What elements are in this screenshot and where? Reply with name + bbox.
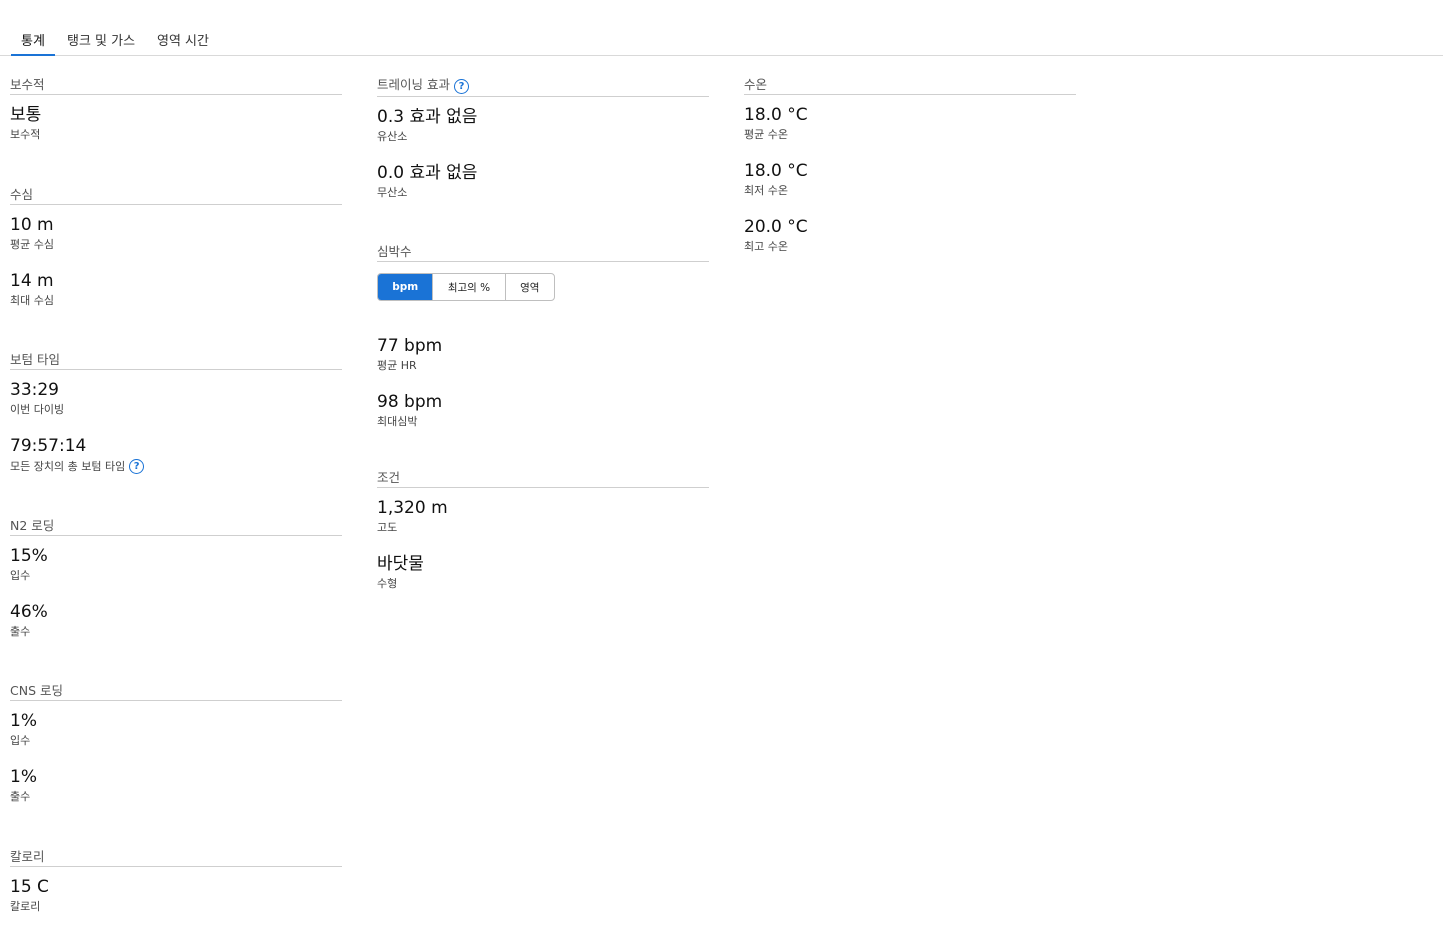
section-training-effect: 트레이닝 효과? 0.3 효과 없음 유산소 0.0 효과 없음 무산소 [377,76,709,243]
stat-label: 최대 수심 [10,294,54,307]
stat-value: 1,320 m [377,498,448,518]
section-title: 칼로리 [10,848,342,867]
help-icon[interactable]: ? [129,459,145,474]
stat-label: 평균 수심 [10,238,54,251]
help-icon[interactable]: ? [453,79,469,94]
tab-bar: 통계 탱크 및 가스 영역 시간 [0,0,1443,56]
stat-value: 0.0 효과 없음 [377,163,478,183]
section-title-row: 트레이닝 효과? [377,76,709,97]
stat-label: 모든 장치의 총 보텀 타임 [10,459,126,473]
section-title: 트레이닝 효과 [377,77,450,92]
stat-value: 98 bpm [377,392,443,412]
stat-value: 0.3 효과 없음 [377,107,478,127]
stat-label: 보수적 [10,128,41,141]
section-title: 수심 [10,186,342,205]
stat-label: 유산소 [377,130,408,143]
stat-anaerobic: 0.0 효과 없음 무산소 [377,153,709,209]
stat-avg-depth: 10 m 평균 수심 [10,205,342,261]
stat-max-temp: 20.0 °C 최고 수온 [744,207,1076,263]
stat-conservatism: 보통 보수적 [10,95,342,151]
section-title: 심박수 [377,243,709,262]
section-title: N2 로딩 [10,517,342,536]
stat-value: 15 C [10,877,49,897]
stat-avg-hr: 77 bpm 평균 HR [377,326,709,382]
stat-value: 46% [10,602,48,622]
stat-aerobic: 0.3 효과 없음 유산소 [377,97,709,153]
hr-toggle-percent-max[interactable]: 최고의 % [433,274,506,300]
stat-label: 수형 [377,577,398,590]
stat-label: 평균 HR [377,359,417,372]
stat-max-depth: 14 m 최대 수심 [10,261,342,317]
stat-label: 최대심박 [377,415,418,428]
tab-zone-time[interactable]: 영역 시간 [147,30,219,56]
section-title: 보텀 타임 [10,351,342,370]
stat-n2-end: 46% 출수 [10,592,342,648]
stat-value: 바닷물 [377,554,424,574]
stats-column-3: 수온 18.0 °C 평균 수온 18.0 °C 최저 수온 20.0 °C 최… [744,76,1076,263]
section-conservatism: 보수적 보통 보수적 [10,76,342,186]
stats-column-2: 트레이닝 효과? 0.3 효과 없음 유산소 0.0 효과 없음 무산소 심박수… [377,76,709,600]
stat-calories: 15 C 칼로리 [10,867,342,923]
section-title: 조건 [377,469,709,488]
hr-toggle-bpm[interactable]: bpm [378,274,434,300]
stat-label: 무산소 [377,186,408,199]
stat-water-type: 바닷물 수형 [377,544,709,600]
stat-value: 10 m [10,215,54,235]
stat-min-temp: 18.0 °C 최저 수온 [744,151,1076,207]
section-n2-loading: N2 로딩 15% 입수 46% 출수 [10,517,342,682]
tab-stats[interactable]: 통계 [11,30,55,56]
hr-toggle-zones[interactable]: 영역 [506,274,554,300]
section-heart-rate: 심박수 bpm 최고의 % 영역 77 bpm 평균 HR 98 bpm 최대심… [377,243,709,469]
section-bottom-time: 보텀 타임 33:29 이번 다이빙 79:57:14 모든 장치의 총 보텀 … [10,351,342,517]
stat-value: 보통 [10,105,42,125]
stat-label: 최저 수온 [744,184,788,197]
section-water-temp: 수온 18.0 °C 평균 수온 18.0 °C 최저 수온 20.0 °C 최… [744,76,1076,263]
stat-label: 고도 [377,521,398,534]
stat-this-dive: 33:29 이번 다이빙 [10,370,342,426]
section-title: 수온 [744,76,1076,95]
section-title: CNS 로딩 [10,682,342,701]
section-calories: 칼로리 15 C 칼로리 [10,848,342,923]
stat-max-hr: 98 bpm 최대심박 [377,382,709,438]
stat-total-bottom-time: 79:57:14 모든 장치의 총 보텀 타임 ? [10,426,342,482]
section-conditions: 조건 1,320 m 고도 바닷물 수형 [377,469,709,600]
stat-value: 79:57:14 [10,436,87,456]
stat-value: 1% [10,767,37,787]
stat-label: 입수 [10,734,31,747]
section-title: 보수적 [10,76,342,95]
stat-altitude: 1,320 m 고도 [377,488,709,544]
section-depth: 수심 10 m 평균 수심 14 m 최대 수심 [10,186,342,351]
stat-value: 14 m [10,271,54,291]
stat-label-row: 모든 장치의 총 보텀 타임 ? [10,459,342,474]
stat-label: 입수 [10,569,31,582]
stat-label: 이번 다이빙 [10,403,65,416]
stat-n2-start: 15% 입수 [10,536,342,592]
stat-value: 1% [10,711,37,731]
hr-unit-toggle: bpm 최고의 % 영역 [377,273,555,301]
stat-value: 77 bpm [377,336,443,356]
stat-label: 칼로리 [10,900,41,913]
stat-label: 출수 [10,790,31,803]
stat-cns-start: 1% 입수 [10,701,342,757]
stat-value: 20.0 °C [744,217,808,237]
stat-avg-temp: 18.0 °C 평균 수온 [744,95,1076,151]
section-cns-loading: CNS 로딩 1% 입수 1% 출수 [10,682,342,848]
tab-tanks-gas[interactable]: 탱크 및 가스 [57,30,145,56]
stat-label: 출수 [10,625,31,638]
stat-label: 최고 수온 [744,240,788,253]
stat-value: 15% [10,546,48,566]
stat-value: 18.0 °C [744,161,808,181]
stat-cns-end: 1% 출수 [10,757,342,813]
stat-label: 평균 수온 [744,128,788,141]
stat-value: 33:29 [10,380,59,400]
stat-value: 18.0 °C [744,105,808,125]
stats-column-1: 보수적 보통 보수적 수심 10 m 평균 수심 14 m 최대 수심 보텀 타… [10,76,342,923]
